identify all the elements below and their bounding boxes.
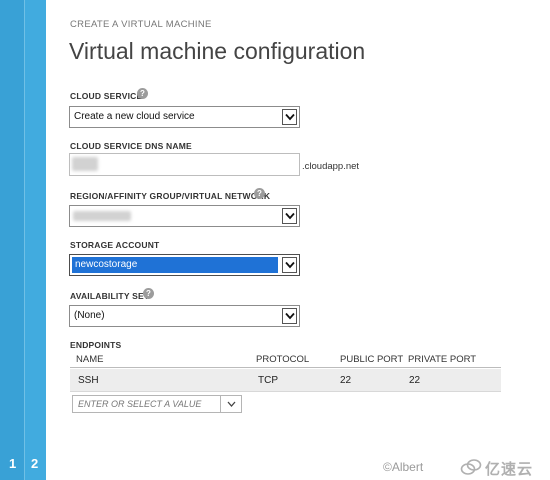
storage-value: newcostorage <box>75 259 138 270</box>
chevron-down-icon[interactable] <box>220 396 241 412</box>
cloud-service-label: CLOUD SERVICE <box>70 91 143 101</box>
chevron-down-icon[interactable] <box>282 308 297 324</box>
cell-public-port: 22 <box>340 375 352 386</box>
chevron-down-icon[interactable] <box>282 257 297 273</box>
availability-label: AVAILABILITY SET <box>70 291 150 301</box>
cloud-service-select[interactable]: Create a new cloud service <box>69 106 300 128</box>
region-label: REGION/AFFINITY GROUP/VIRTUAL NETWORK <box>70 191 271 201</box>
dns-name-input[interactable] <box>69 153 300 176</box>
wizard-sidebar: 1 2 <box>0 0 46 480</box>
step-strip-2 <box>25 0 46 480</box>
cell-protocol: TCP <box>258 375 278 386</box>
chevron-down-icon[interactable] <box>282 208 297 224</box>
storage-select[interactable]: newcostorage <box>69 254 300 276</box>
cell-private-port: 22 <box>409 375 421 386</box>
question-circle-icon[interactable]: ? <box>143 288 154 299</box>
dns-name-label: CLOUD SERVICE DNS NAME <box>70 141 192 151</box>
column-header-private-port: PRIVATE PORT <box>408 354 477 365</box>
question-circle-icon[interactable]: ? <box>254 188 265 199</box>
endpoint-name-input[interactable] <box>74 397 220 411</box>
redacted-value <box>73 211 131 221</box>
step-2-link[interactable]: 2 <box>31 456 38 471</box>
cell-name: SSH <box>78 375 99 386</box>
storage-label: STORAGE ACCOUNT <box>70 240 160 250</box>
cloud-logo-icon <box>460 459 482 475</box>
step-1-link[interactable]: 1 <box>9 456 16 471</box>
row-divider <box>70 391 501 392</box>
step-strip-1 <box>0 0 25 480</box>
dns-suffix: .cloudapp.net <box>302 161 360 172</box>
column-header-public-port: PUBLIC PORT <box>340 354 404 365</box>
table-row[interactable]: SSH TCP 22 22 <box>70 369 501 391</box>
region-select[interactable] <box>69 205 300 227</box>
page-title: Virtual machine configuration <box>69 38 366 64</box>
cloud-service-value: Create a new cloud service <box>74 111 195 122</box>
availability-value: (None) <box>74 310 105 321</box>
column-header-protocol: PROTOCOL <box>256 354 310 365</box>
watermark-author: ©Albert <box>383 460 424 474</box>
column-header-name: NAME <box>76 354 104 365</box>
endpoint-combo[interactable] <box>72 395 242 413</box>
header-divider <box>70 367 501 368</box>
availability-select[interactable]: (None) <box>69 305 300 327</box>
wizard-eyebrow: CREATE A VIRTUAL MACHINE <box>70 19 212 30</box>
redacted-value <box>72 157 98 171</box>
watermark-brand: 亿速云 <box>485 460 534 478</box>
endpoints-label: ENDPOINTS <box>70 340 122 350</box>
question-circle-icon[interactable]: ? <box>137 88 148 99</box>
chevron-down-icon[interactable] <box>282 109 297 125</box>
